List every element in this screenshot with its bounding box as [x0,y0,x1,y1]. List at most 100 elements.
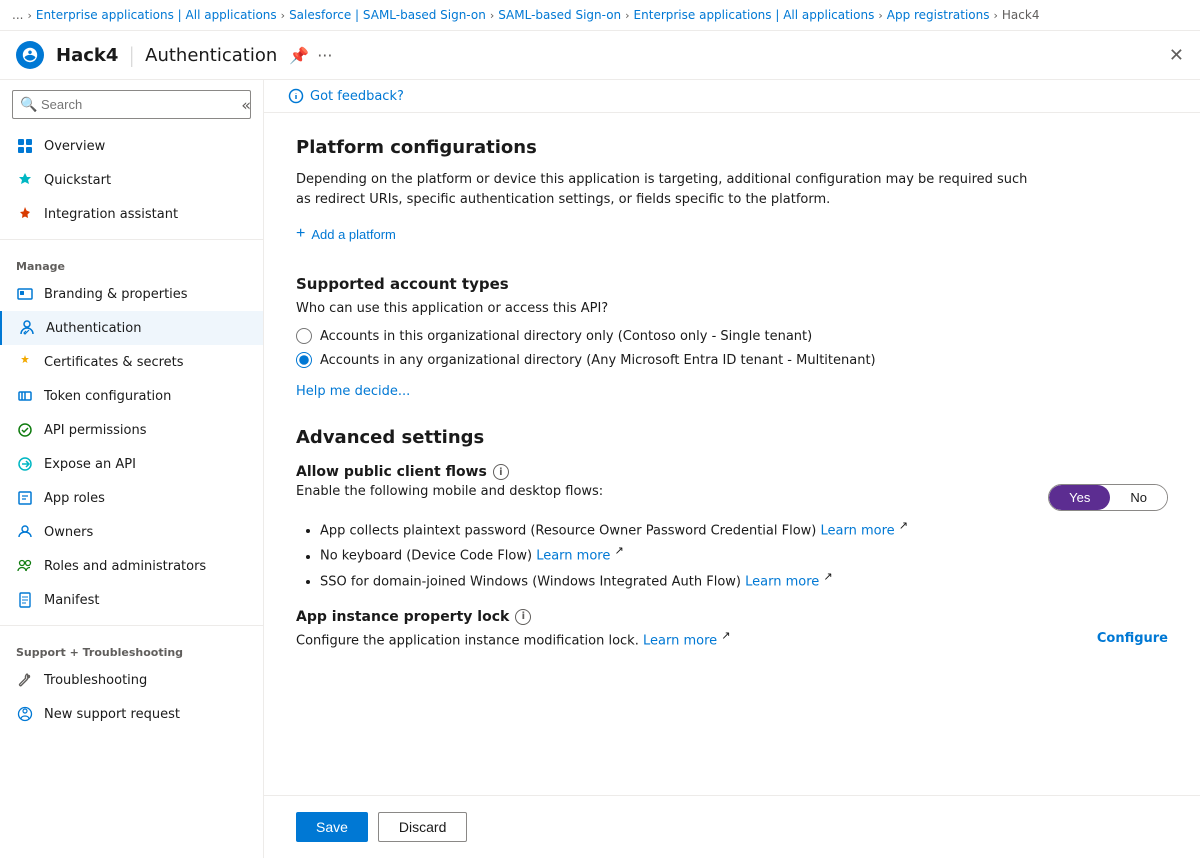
radio-multitenant-label: Accounts in any organizational directory… [320,353,876,368]
learn-more-link-1[interactable]: Learn more [821,523,895,538]
authentication-icon [18,319,36,337]
sidebar-item-expose-api[interactable]: Expose an API [0,447,263,481]
list-item: No keyboard (Device Code Flow) Learn mor… [320,544,1168,563]
account-types-question: Who can use this application or access t… [296,301,1168,316]
collapse-sidebar-icon[interactable]: « [241,95,251,114]
expose-api-icon [16,455,34,473]
sidebar-item-overview[interactable]: Overview [0,129,263,163]
ext-link-icon-2: ↗ [614,544,623,557]
sidebar-label-authentication: Authentication [46,321,141,336]
sidebar-label-integration: Integration assistant [44,207,178,222]
certificates-icon [16,353,34,371]
toggle-no-button[interactable]: No [1110,485,1167,510]
sidebar-label-certificates: Certificates & secrets [44,355,184,370]
discard-button[interactable]: Discard [378,812,467,842]
app-name: Hack4 [56,45,118,66]
sidebar-divider-1 [0,239,263,240]
bullet-text-3: SSO for domain-joined Windows (Windows I… [320,574,745,589]
sidebar-item-support-request[interactable]: New support request [0,697,263,731]
prop-lock-ext-icon: ↗ [721,629,730,642]
sidebar-label-token: Token configuration [44,389,171,404]
prop-lock-label: App instance property lock i [296,609,1168,625]
public-flows-list: App collects plaintext password (Resourc… [296,519,1168,589]
support-section-label: Support + Troubleshooting [0,634,263,663]
sidebar-item-integration[interactable]: Integration assistant [0,197,263,231]
advanced-settings-title: Advanced settings [296,427,1168,448]
search-input[interactable] [12,90,251,119]
title-bar: Hack4 | Authentication 📌 ··· ✕ [0,31,1200,80]
sidebar: 🔍 « Overview Quickstart Integration assi… [0,80,264,858]
api-permissions-icon [16,421,34,439]
sidebar-label-quickstart: Quickstart [44,173,111,188]
learn-more-link-2[interactable]: Learn more [536,549,610,564]
allow-flows-info-icon[interactable]: i [493,464,509,480]
breadcrumb-dots[interactable]: ... [12,8,23,22]
sidebar-item-quickstart[interactable]: Quickstart [0,163,263,197]
token-icon [16,387,34,405]
list-item: SSO for domain-joined Windows (Windows I… [320,570,1168,589]
bullet-text-1: App collects plaintext password (Resourc… [320,523,821,538]
roles-admins-icon [16,557,34,575]
ext-link-icon-1: ↗ [899,519,908,532]
pin-icon[interactable]: 📌 [289,46,309,65]
sidebar-item-app-roles[interactable]: App roles [0,481,263,515]
prop-lock-info-icon[interactable]: i [515,609,531,625]
feedback-icon [288,88,304,104]
sidebar-item-token[interactable]: Token configuration [0,379,263,413]
close-icon[interactable]: ✕ [1169,45,1184,66]
account-types-radio-group: Accounts in this organizational director… [296,328,1168,368]
breadcrumb-link-2[interactable]: Salesforce | SAML-based Sign-on [289,8,486,22]
public-flows-toggle[interactable]: Yes No [1048,484,1168,511]
sidebar-label-roles-admins: Roles and administrators [44,559,206,574]
branding-icon [16,285,34,303]
sidebar-label-branding: Branding & properties [44,287,188,302]
prop-lock-desc: Configure the application instance modif… [296,629,730,648]
sidebar-divider-2 [0,625,263,626]
breadcrumb-link-1[interactable]: Enterprise applications | All applicatio… [36,8,277,22]
help-me-decide-link[interactable]: Help me decide... [296,384,410,399]
platform-config-desc: Depending on the platform or device this… [296,170,1036,209]
sidebar-item-branding[interactable]: Branding & properties [0,277,263,311]
support-icon [16,705,34,723]
toggle-yes-button[interactable]: Yes [1049,485,1110,510]
add-platform-button[interactable]: + Add a platform [296,225,396,243]
sidebar-item-manifest[interactable]: Manifest [0,583,263,617]
radio-single-tenant[interactable]: Accounts in this organizational director… [296,328,1168,344]
sidebar-item-certificates[interactable]: Certificates & secrets [0,345,263,379]
radio-multitenant[interactable]: Accounts in any organizational directory… [296,352,1168,368]
prop-lock-row: Configure the application instance modif… [296,629,1168,648]
more-options-icon[interactable]: ··· [317,46,332,65]
sidebar-search-area: 🔍 « [0,80,263,129]
feedback-label: Got feedback? [310,89,404,104]
breadcrumb-current: Hack4 [1002,8,1040,22]
sidebar-item-api-permissions[interactable]: API permissions [0,413,263,447]
sidebar-label-api-permissions: API permissions [44,423,146,438]
content-footer: Save Discard [264,795,1200,858]
breadcrumb-link-4[interactable]: Enterprise applications | All applicatio… [634,8,875,22]
sidebar-label-support-request: New support request [44,707,180,722]
breadcrumb-link-5[interactable]: App registrations [887,8,990,22]
allow-flows-label: Allow public client flows i [296,464,1168,480]
feedback-bar[interactable]: Got feedback? [264,80,1200,113]
platform-config-title: Platform configurations [296,137,1168,158]
configure-link[interactable]: Configure [1097,631,1168,646]
list-item: App collects plaintext password (Resourc… [320,519,1168,538]
radio-single-tenant-label: Accounts in this organizational director… [320,329,812,344]
sidebar-item-authentication[interactable]: Authentication [0,311,263,345]
sidebar-item-troubleshooting[interactable]: Troubleshooting [0,663,263,697]
ext-link-icon-3: ↗ [823,570,832,583]
breadcrumb-link-3[interactable]: SAML-based Sign-on [498,8,621,22]
plus-icon: + [296,225,305,243]
app-roles-icon [16,489,34,507]
sidebar-item-roles-admins[interactable]: Roles and administrators [0,549,263,583]
save-button[interactable]: Save [296,812,368,842]
learn-more-link-3[interactable]: Learn more [745,574,819,589]
title-actions: 📌 ··· [289,46,332,65]
troubleshooting-icon [16,671,34,689]
prop-lock-learn-more-link[interactable]: Learn more [643,633,717,648]
quickstart-icon [16,171,34,189]
sidebar-label-expose-api: Expose an API [44,457,136,472]
sidebar-label-owners: Owners [44,525,93,540]
add-platform-label: Add a platform [311,227,396,242]
sidebar-item-owners[interactable]: Owners [0,515,263,549]
